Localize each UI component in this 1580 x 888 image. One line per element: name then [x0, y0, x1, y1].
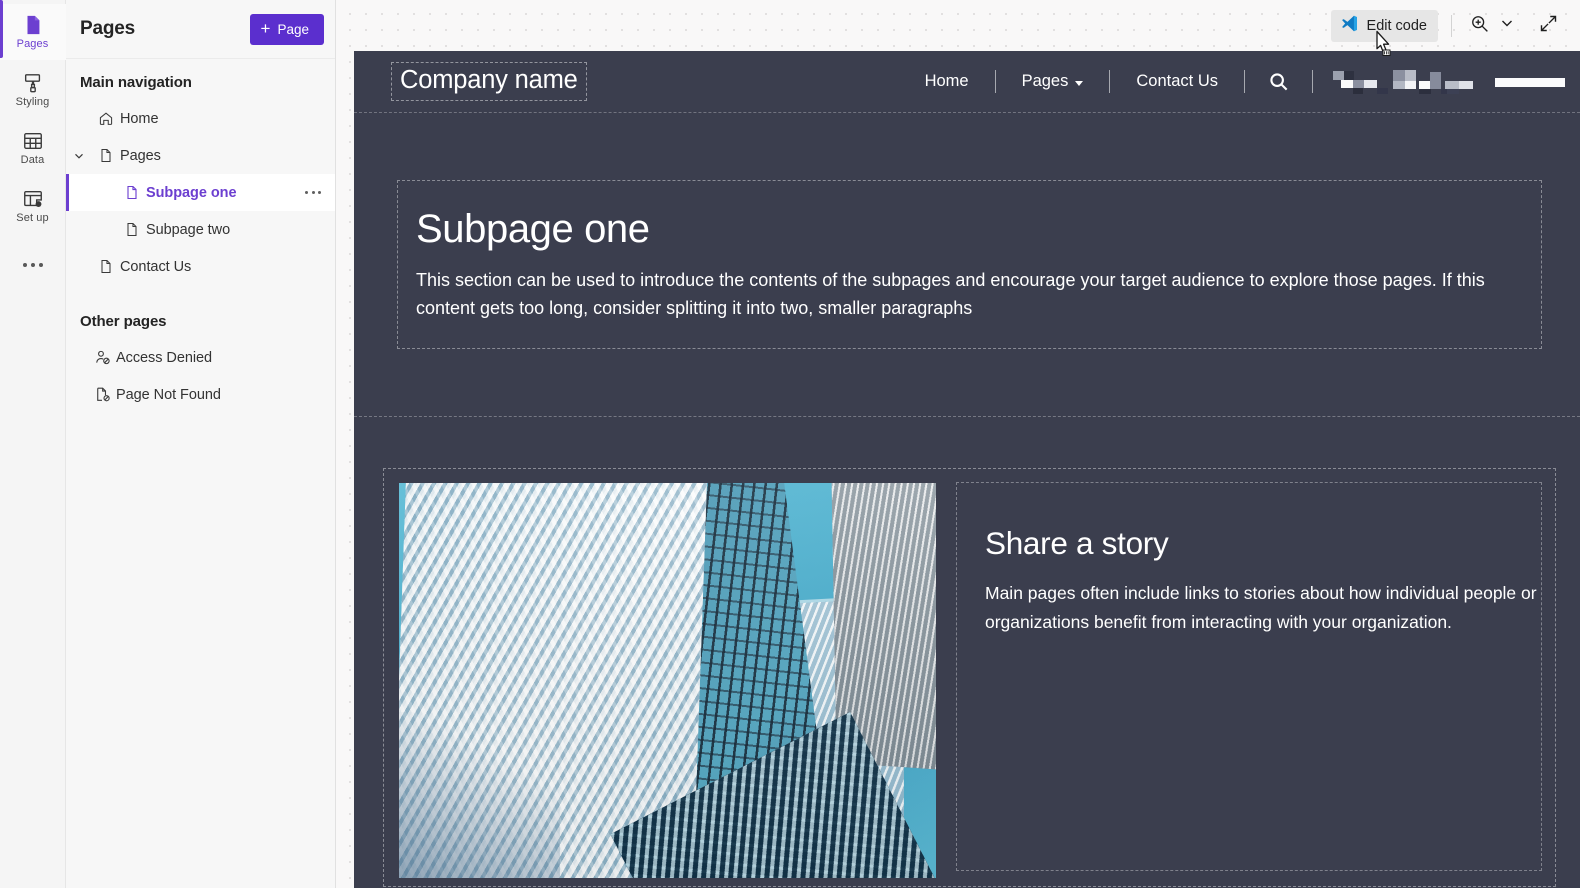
- file-icon: [118, 221, 146, 238]
- photo-vignette: [399, 483, 936, 879]
- chevron-down-icon: [1491, 15, 1515, 36]
- story-body: Main pages often include links to storie…: [985, 583, 1537, 633]
- file-icon: [118, 184, 146, 201]
- redacted-account-blocks: [1313, 69, 1565, 95]
- search-icon[interactable]: [1245, 70, 1312, 93]
- tree-item-subpage-one[interactable]: Subpage one: [66, 174, 335, 211]
- person-blocked-icon: [88, 349, 116, 366]
- add-page-label: Page: [277, 21, 309, 37]
- tree-item-home[interactable]: Home: [66, 100, 335, 137]
- tree-item-pages[interactable]: Pages: [66, 137, 335, 174]
- expand-canvas-button[interactable]: [1533, 8, 1564, 44]
- tree-item-page-not-found[interactable]: Page Not Found: [66, 376, 335, 413]
- home-icon: [92, 110, 120, 127]
- dot: [311, 191, 315, 194]
- story-image-column: [392, 475, 943, 879]
- zoom-control[interactable]: [1465, 9, 1519, 43]
- hero-section: Subpage one This section can be used to …: [354, 113, 1580, 418]
- tree-item-contact-us[interactable]: Contact Us: [66, 248, 335, 285]
- pages-panel-header: Pages + Page: [66, 0, 335, 59]
- rail-label-setup: Set up: [16, 212, 49, 224]
- tree-item-label: Access Denied: [116, 349, 213, 366]
- plus-icon: +: [260, 19, 271, 38]
- chevron-down-icon: [1075, 80, 1084, 86]
- file-icon: [92, 147, 120, 164]
- canvas-toolbar: Edit code: [1330, 0, 1580, 56]
- tree-item-label: Subpage two: [146, 221, 231, 238]
- rail-label-data: Data: [20, 154, 45, 166]
- site-nav: Home Pages Contact Us: [899, 51, 1580, 113]
- setup-gear-icon: [22, 188, 44, 210]
- page-title: Pages: [80, 18, 135, 39]
- edit-code-label: Edit code: [1366, 17, 1427, 34]
- pixelated-block: [1333, 69, 1473, 94]
- tree-item-label: Pages: [120, 147, 161, 164]
- dot: [305, 191, 308, 194]
- site-brand[interactable]: Company name: [391, 62, 587, 101]
- edit-code-button[interactable]: Edit code: [1330, 9, 1438, 56]
- site-preview: Company name Home Pages Contact Us Subpa…: [354, 51, 1580, 888]
- tree-item-subpage-two[interactable]: Subpage two: [66, 211, 335, 248]
- file-icon: [92, 258, 120, 275]
- rail-label-pages: Pages: [16, 38, 49, 50]
- tree-item-label: Contact Us: [120, 258, 192, 275]
- add-page-button[interactable]: + Page: [249, 13, 324, 45]
- tree-item-label: Subpage one: [146, 184, 237, 201]
- story-block[interactable]: Share a story Main pages often include l…: [383, 468, 1556, 888]
- rail-label-styling: Styling: [15, 96, 50, 108]
- file-blocked-icon: [88, 386, 116, 403]
- page-icon: [22, 14, 44, 36]
- hero-text-block[interactable]: Subpage one This section can be used to …: [397, 179, 1542, 350]
- paint-roller-icon: [22, 72, 44, 94]
- more-actions-icon[interactable]: [299, 187, 327, 198]
- nav-link-home[interactable]: Home: [899, 72, 995, 91]
- photo-layers: [399, 483, 936, 879]
- story-heading: Share a story: [985, 525, 1169, 562]
- rail-item-pages[interactable]: Pages: [0, 0, 66, 60]
- dot: [30, 263, 35, 267]
- pages-panel: Pages + Page Main navigation Home Pages …: [66, 0, 336, 888]
- pixelated-block: [1495, 77, 1565, 87]
- tree-item-label: Home: [120, 110, 159, 127]
- table-icon: [22, 130, 44, 152]
- dot: [318, 191, 321, 194]
- vscode-icon: [1340, 14, 1359, 38]
- more-options-icon[interactable]: [0, 242, 66, 288]
- design-canvas: Edit code Company name Home Pages Contac…: [336, 0, 1580, 888]
- nav-link-pages[interactable]: Pages: [996, 72, 1110, 91]
- hero-heading: Subpage one: [416, 207, 650, 251]
- glass-skyscrapers-photo: [399, 483, 936, 879]
- dot: [38, 263, 43, 267]
- rail-item-setup[interactable]: Set up: [0, 178, 66, 234]
- tree-item-label: Page Not Found: [116, 386, 221, 403]
- chevron-down-icon[interactable]: [66, 150, 92, 162]
- hero-body: This section can be used to introduce th…: [416, 270, 1485, 319]
- nav-link-contact-us[interactable]: Contact Us: [1110, 72, 1244, 91]
- dot: [22, 263, 27, 267]
- rail-item-styling[interactable]: Styling: [0, 62, 66, 118]
- left-icon-rail: Pages Styling Data Set up: [0, 0, 66, 888]
- story-section: Share a story Main pages often include l…: [354, 417, 1580, 888]
- toolbar-divider: [1451, 14, 1452, 37]
- expand-diagonal-icon: [1538, 13, 1559, 39]
- tree-item-access-denied[interactable]: Access Denied: [66, 339, 335, 376]
- rail-item-data[interactable]: Data: [0, 120, 66, 176]
- nav-link-label: Pages: [1021, 72, 1069, 90]
- story-text-column[interactable]: Share a story Main pages often include l…: [956, 482, 1542, 872]
- site-header: Company name Home Pages Contact Us: [354, 51, 1580, 113]
- group-title-main-navigation: Main navigation: [80, 74, 192, 91]
- pages-tree: Main navigation Home Pages Subpage one S…: [66, 59, 335, 888]
- app-root: Pages Styling Data Set up Pages + Page M…: [0, 0, 1580, 888]
- zoom-in-icon: [1469, 13, 1490, 39]
- group-title-other-pages: Other pages: [80, 313, 167, 330]
